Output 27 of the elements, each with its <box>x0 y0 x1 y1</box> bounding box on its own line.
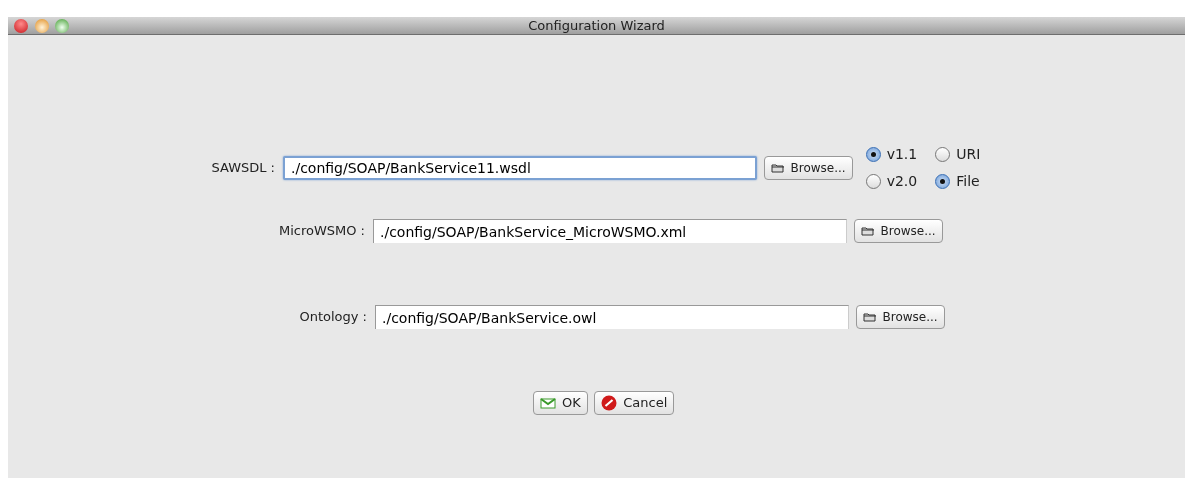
radio-button[interactable] <box>865 147 881 162</box>
radio-button[interactable] <box>935 147 951 162</box>
cancel-icon <box>601 395 618 411</box>
maximize-icon[interactable] <box>55 19 69 33</box>
window-title: Configuration Wizard <box>528 17 665 35</box>
close-icon[interactable] <box>14 19 28 33</box>
radio-button[interactable] <box>865 174 881 189</box>
browse-button[interactable]: Browse... <box>855 305 945 329</box>
path-input-field[interactable]: ./config/SOAP/BankService11.wsdl <box>283 156 757 180</box>
browse-button[interactable]: Browse... <box>763 156 853 180</box>
radio-option[interactable]: v1.1 <box>865 144 918 165</box>
cancel-button[interactable]: Cancel <box>594 391 675 415</box>
ok-button[interactable]: OK <box>533 391 588 415</box>
folder-icon <box>860 226 875 236</box>
folder-icon <box>770 163 785 173</box>
path-input-field[interactable]: ./config/SOAP/BankService.owl <box>375 305 849 329</box>
radio-option[interactable]: v2.0 <box>865 171 918 192</box>
minimize-icon[interactable] <box>34 19 49 33</box>
browse-button[interactable]: Browse... <box>853 219 943 243</box>
radio-option[interactable]: URI <box>935 144 981 165</box>
field-label: Ontology : <box>298 308 367 327</box>
radio-button[interactable] <box>935 174 951 189</box>
path-input-field[interactable]: ./config/SOAP/BankService_MicroWSMO.xml <box>373 219 847 243</box>
radio-option[interactable]: File <box>935 171 981 192</box>
folder-icon <box>862 312 877 322</box>
field-label: MicroWSMO : <box>277 222 365 241</box>
field-label: SAWSDL : <box>210 159 275 178</box>
